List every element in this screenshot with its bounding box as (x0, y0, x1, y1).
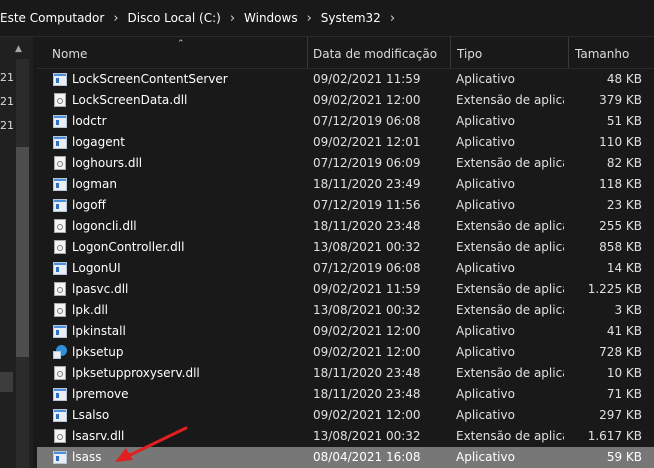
annotation-arrow-shaft (126, 426, 188, 458)
annotation-arrow (115, 426, 188, 462)
